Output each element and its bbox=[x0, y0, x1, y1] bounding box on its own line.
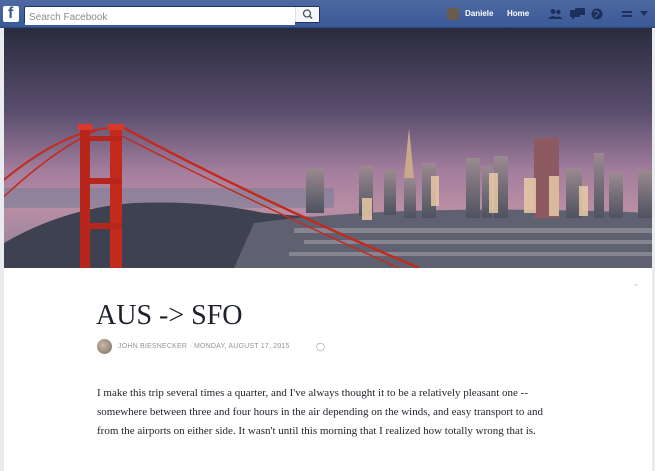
home-link[interactable]: Home bbox=[507, 9, 529, 18]
facebook-logo-letter: f bbox=[8, 5, 14, 22]
notifications-icon[interactable] bbox=[591, 8, 603, 20]
author-name[interactable]: JOHN BIESNECKER bbox=[118, 343, 187, 350]
profile-link[interactable]: Daniele bbox=[465, 9, 493, 18]
user-avatar[interactable] bbox=[447, 8, 459, 20]
meta-separator: · bbox=[189, 343, 192, 350]
note-body: I make this trip several times a quarter… bbox=[97, 387, 543, 437]
globe-icon[interactable]: ◯ bbox=[316, 342, 325, 351]
account-menu-icon[interactable] bbox=[640, 11, 648, 17]
note-meta: JOHN BIESNECKER · MONDAY, AUGUST 17, 201… bbox=[118, 343, 290, 350]
privacy-icon[interactable] bbox=[621, 8, 633, 20]
chevron-down-icon[interactable]: ⌄ bbox=[632, 278, 640, 289]
messages-icon[interactable] bbox=[570, 8, 585, 20]
author-avatar[interactable] bbox=[97, 339, 112, 354]
note-card: ⌄ AUS -> SFO JOHN BIESNECKER · MONDAY, A… bbox=[4, 28, 652, 471]
friend-requests-icon[interactable] bbox=[548, 8, 563, 20]
facebook-logo[interactable]: f bbox=[3, 5, 19, 22]
search-button[interactable] bbox=[295, 7, 319, 22]
search-input[interactable] bbox=[25, 10, 295, 25]
cover-photo bbox=[4, 28, 652, 268]
note-date[interactable]: MONDAY, AUGUST 17, 2015 bbox=[194, 343, 290, 350]
note-title: AUS -> SFO bbox=[96, 300, 243, 331]
top-navigation-bar: f Daniele Home bbox=[0, 0, 655, 28]
search-icon bbox=[302, 9, 313, 20]
search-box bbox=[24, 6, 320, 25]
